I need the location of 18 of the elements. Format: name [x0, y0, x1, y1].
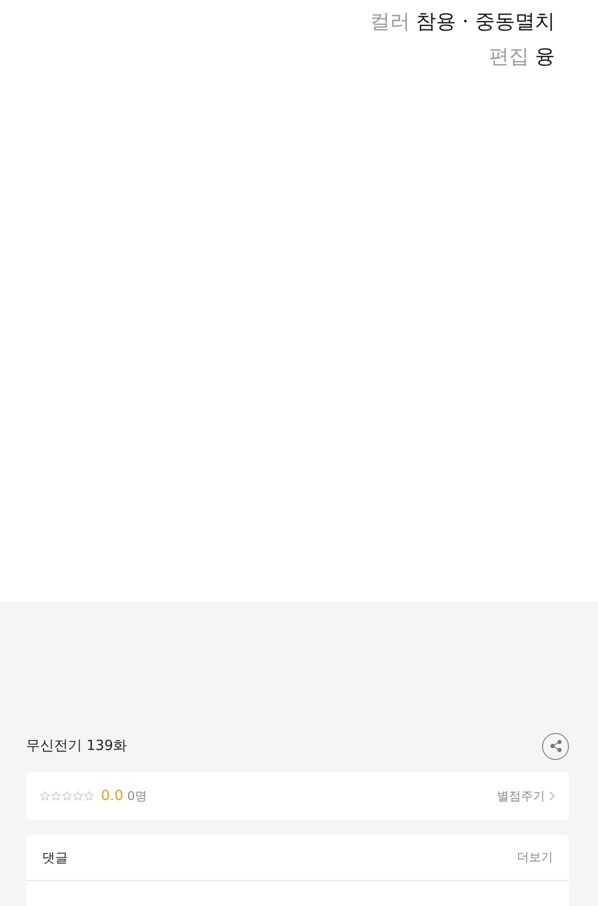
rating-count: 0명	[127, 788, 147, 804]
star-icon[interactable]	[40, 791, 50, 801]
episode-title: 무신전기 139화	[26, 737, 128, 755]
more-link[interactable]: 더보기	[517, 849, 553, 866]
star-icon[interactable]	[51, 791, 61, 801]
star-icon[interactable]	[84, 791, 94, 801]
comments-title: 댓글	[42, 850, 68, 866]
share-button[interactable]	[542, 732, 569, 760]
credit-names: 융	[535, 43, 555, 70]
credit-role: 편집	[489, 43, 529, 70]
credit-role: 컬러	[370, 8, 410, 35]
share-icon	[548, 739, 562, 753]
rate-link[interactable]: 별점주기	[497, 788, 545, 804]
star-icon[interactable]	[73, 791, 83, 801]
rating-score: 0.0	[101, 788, 124, 804]
credit-names: 참용 · 중동멸치	[416, 8, 555, 35]
star-icon[interactable]	[62, 791, 72, 801]
chevron-icon	[549, 791, 555, 801]
